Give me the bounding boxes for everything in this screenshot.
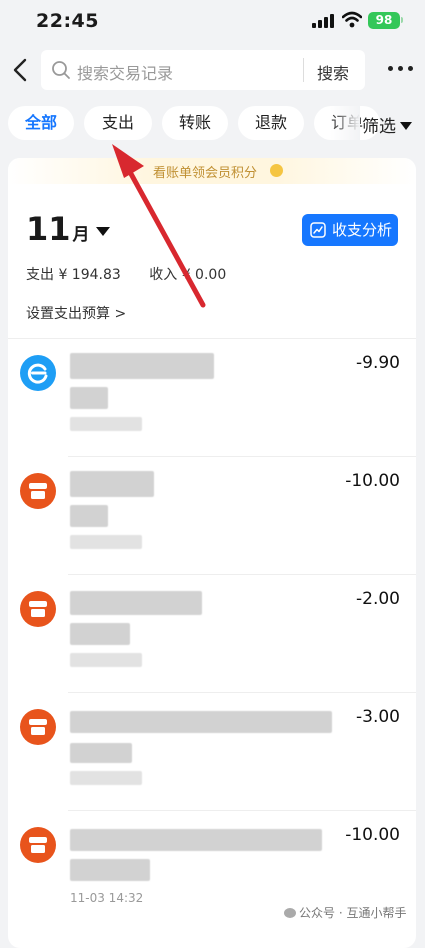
watermark-text: 公众号 · 互通小帮手 bbox=[299, 906, 407, 920]
month-summary: 支出 ¥ 194.83 收入 ¥ 0.00 bbox=[26, 264, 226, 284]
redacted-title bbox=[70, 353, 214, 379]
promo-text: 看账单领会员积分 bbox=[153, 166, 258, 181]
bill-card: 看账单领会员积分 11 月 收支分析 支出 ¥ 194.83 收入 ¥ 0.00 … bbox=[8, 158, 416, 948]
caret-down-icon bbox=[400, 122, 412, 130]
redacted-subtitle bbox=[70, 859, 150, 881]
tab-expense[interactable]: 支出 bbox=[84, 106, 152, 140]
transaction-amount: -9.90 bbox=[356, 353, 400, 373]
transaction-row[interactable]: -2.00 bbox=[8, 575, 416, 693]
transaction-amount: -10.00 bbox=[345, 825, 400, 845]
status-bar: 22:45 98 bbox=[0, 0, 425, 44]
tab-refund[interactable]: 退款 bbox=[238, 106, 304, 140]
transaction-amount: -10.00 bbox=[345, 471, 400, 491]
transaction-row[interactable]: -10.00 bbox=[8, 457, 416, 575]
battery-icon: 98 bbox=[368, 12, 403, 29]
transaction-row[interactable]: -3.00 bbox=[8, 693, 416, 811]
store-icon bbox=[20, 591, 56, 627]
watermark: 公众号 · 互通小帮手 bbox=[284, 904, 406, 921]
coin-icon bbox=[270, 164, 283, 177]
caret-down-icon bbox=[95, 227, 110, 236]
transaction-amount: -2.00 bbox=[356, 589, 400, 609]
redacted-subtitle bbox=[70, 623, 130, 645]
wifi-icon bbox=[342, 11, 362, 28]
income-total: 收入 ¥ 0.00 bbox=[149, 267, 227, 283]
redacted-subtitle bbox=[70, 387, 108, 409]
search-placeholder[interactable]: 搜索交易记录 bbox=[77, 60, 173, 84]
signal-icon bbox=[312, 14, 334, 28]
redacted-date bbox=[70, 653, 142, 667]
chart-trend-icon bbox=[310, 222, 326, 238]
redacted-subtitle bbox=[70, 743, 132, 763]
redacted-title bbox=[70, 591, 202, 615]
analysis-label: 收支分析 bbox=[332, 221, 393, 239]
redacted-subtitle bbox=[70, 505, 108, 527]
store-icon bbox=[20, 709, 56, 745]
store-icon bbox=[20, 473, 56, 509]
promo-banner[interactable]: 看账单领会员积分 bbox=[8, 158, 416, 184]
search-button[interactable]: 搜索 bbox=[317, 60, 349, 84]
wechat-icon bbox=[284, 908, 296, 918]
filter-button[interactable]: 筛选 bbox=[362, 112, 412, 137]
expense-total: 支出 ¥ 194.83 bbox=[26, 267, 121, 283]
status-time: 22:45 bbox=[36, 10, 99, 32]
month-selector[interactable]: 11 月 bbox=[26, 210, 110, 248]
analysis-button[interactable]: 收支分析 bbox=[302, 214, 398, 246]
store-icon bbox=[20, 591, 56, 627]
store-icon bbox=[20, 827, 56, 863]
filter-label: 筛选 bbox=[362, 117, 396, 137]
tabs-fade bbox=[330, 104, 360, 144]
back-arrow-icon[interactable] bbox=[10, 56, 30, 84]
store-icon bbox=[20, 827, 56, 863]
more-icon[interactable] bbox=[388, 66, 414, 74]
transaction-amount: -3.00 bbox=[356, 707, 400, 727]
tab-all[interactable]: 全部 bbox=[8, 106, 74, 140]
redacted-title bbox=[70, 829, 322, 851]
tab-transfer[interactable]: 转账 bbox=[162, 106, 228, 140]
redacted-date bbox=[70, 771, 142, 785]
search-divider bbox=[303, 58, 304, 82]
store-icon bbox=[20, 709, 56, 745]
store-icon bbox=[20, 473, 56, 509]
transaction-row[interactable]: -9.90 bbox=[8, 339, 416, 457]
redacted-date bbox=[70, 417, 142, 431]
nav-bar: 搜索交易记录 搜索 bbox=[0, 44, 425, 96]
redacted-title bbox=[70, 471, 154, 497]
transaction-date: 11-03 14:32 bbox=[70, 891, 144, 905]
search-box[interactable]: 搜索交易记录 搜索 bbox=[41, 50, 365, 90]
redacted-date bbox=[70, 535, 142, 549]
month-number: 11 bbox=[26, 210, 71, 248]
circle-e-icon bbox=[20, 355, 56, 391]
month-unit: 月 bbox=[72, 225, 90, 245]
search-icon bbox=[52, 61, 70, 79]
circle-e-icon bbox=[20, 355, 56, 391]
redacted-title bbox=[70, 711, 332, 733]
budget-link[interactable]: 设置支出预算 > bbox=[26, 303, 126, 323]
